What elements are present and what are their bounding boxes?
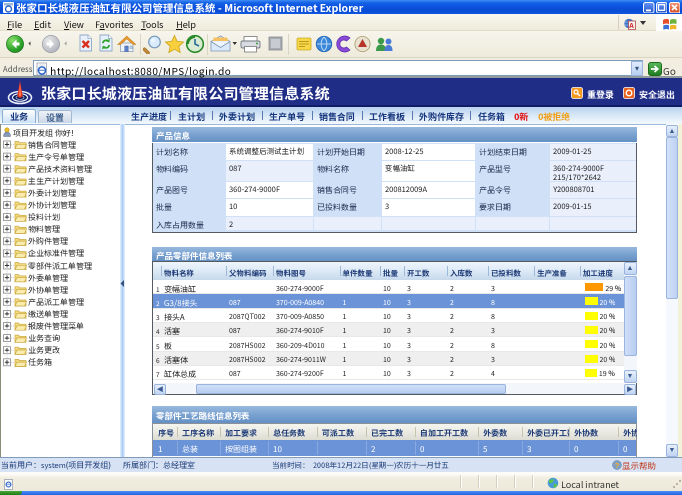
svg-text:A: A — [628, 21, 634, 30]
svg-text:?: ? — [615, 460, 620, 470]
